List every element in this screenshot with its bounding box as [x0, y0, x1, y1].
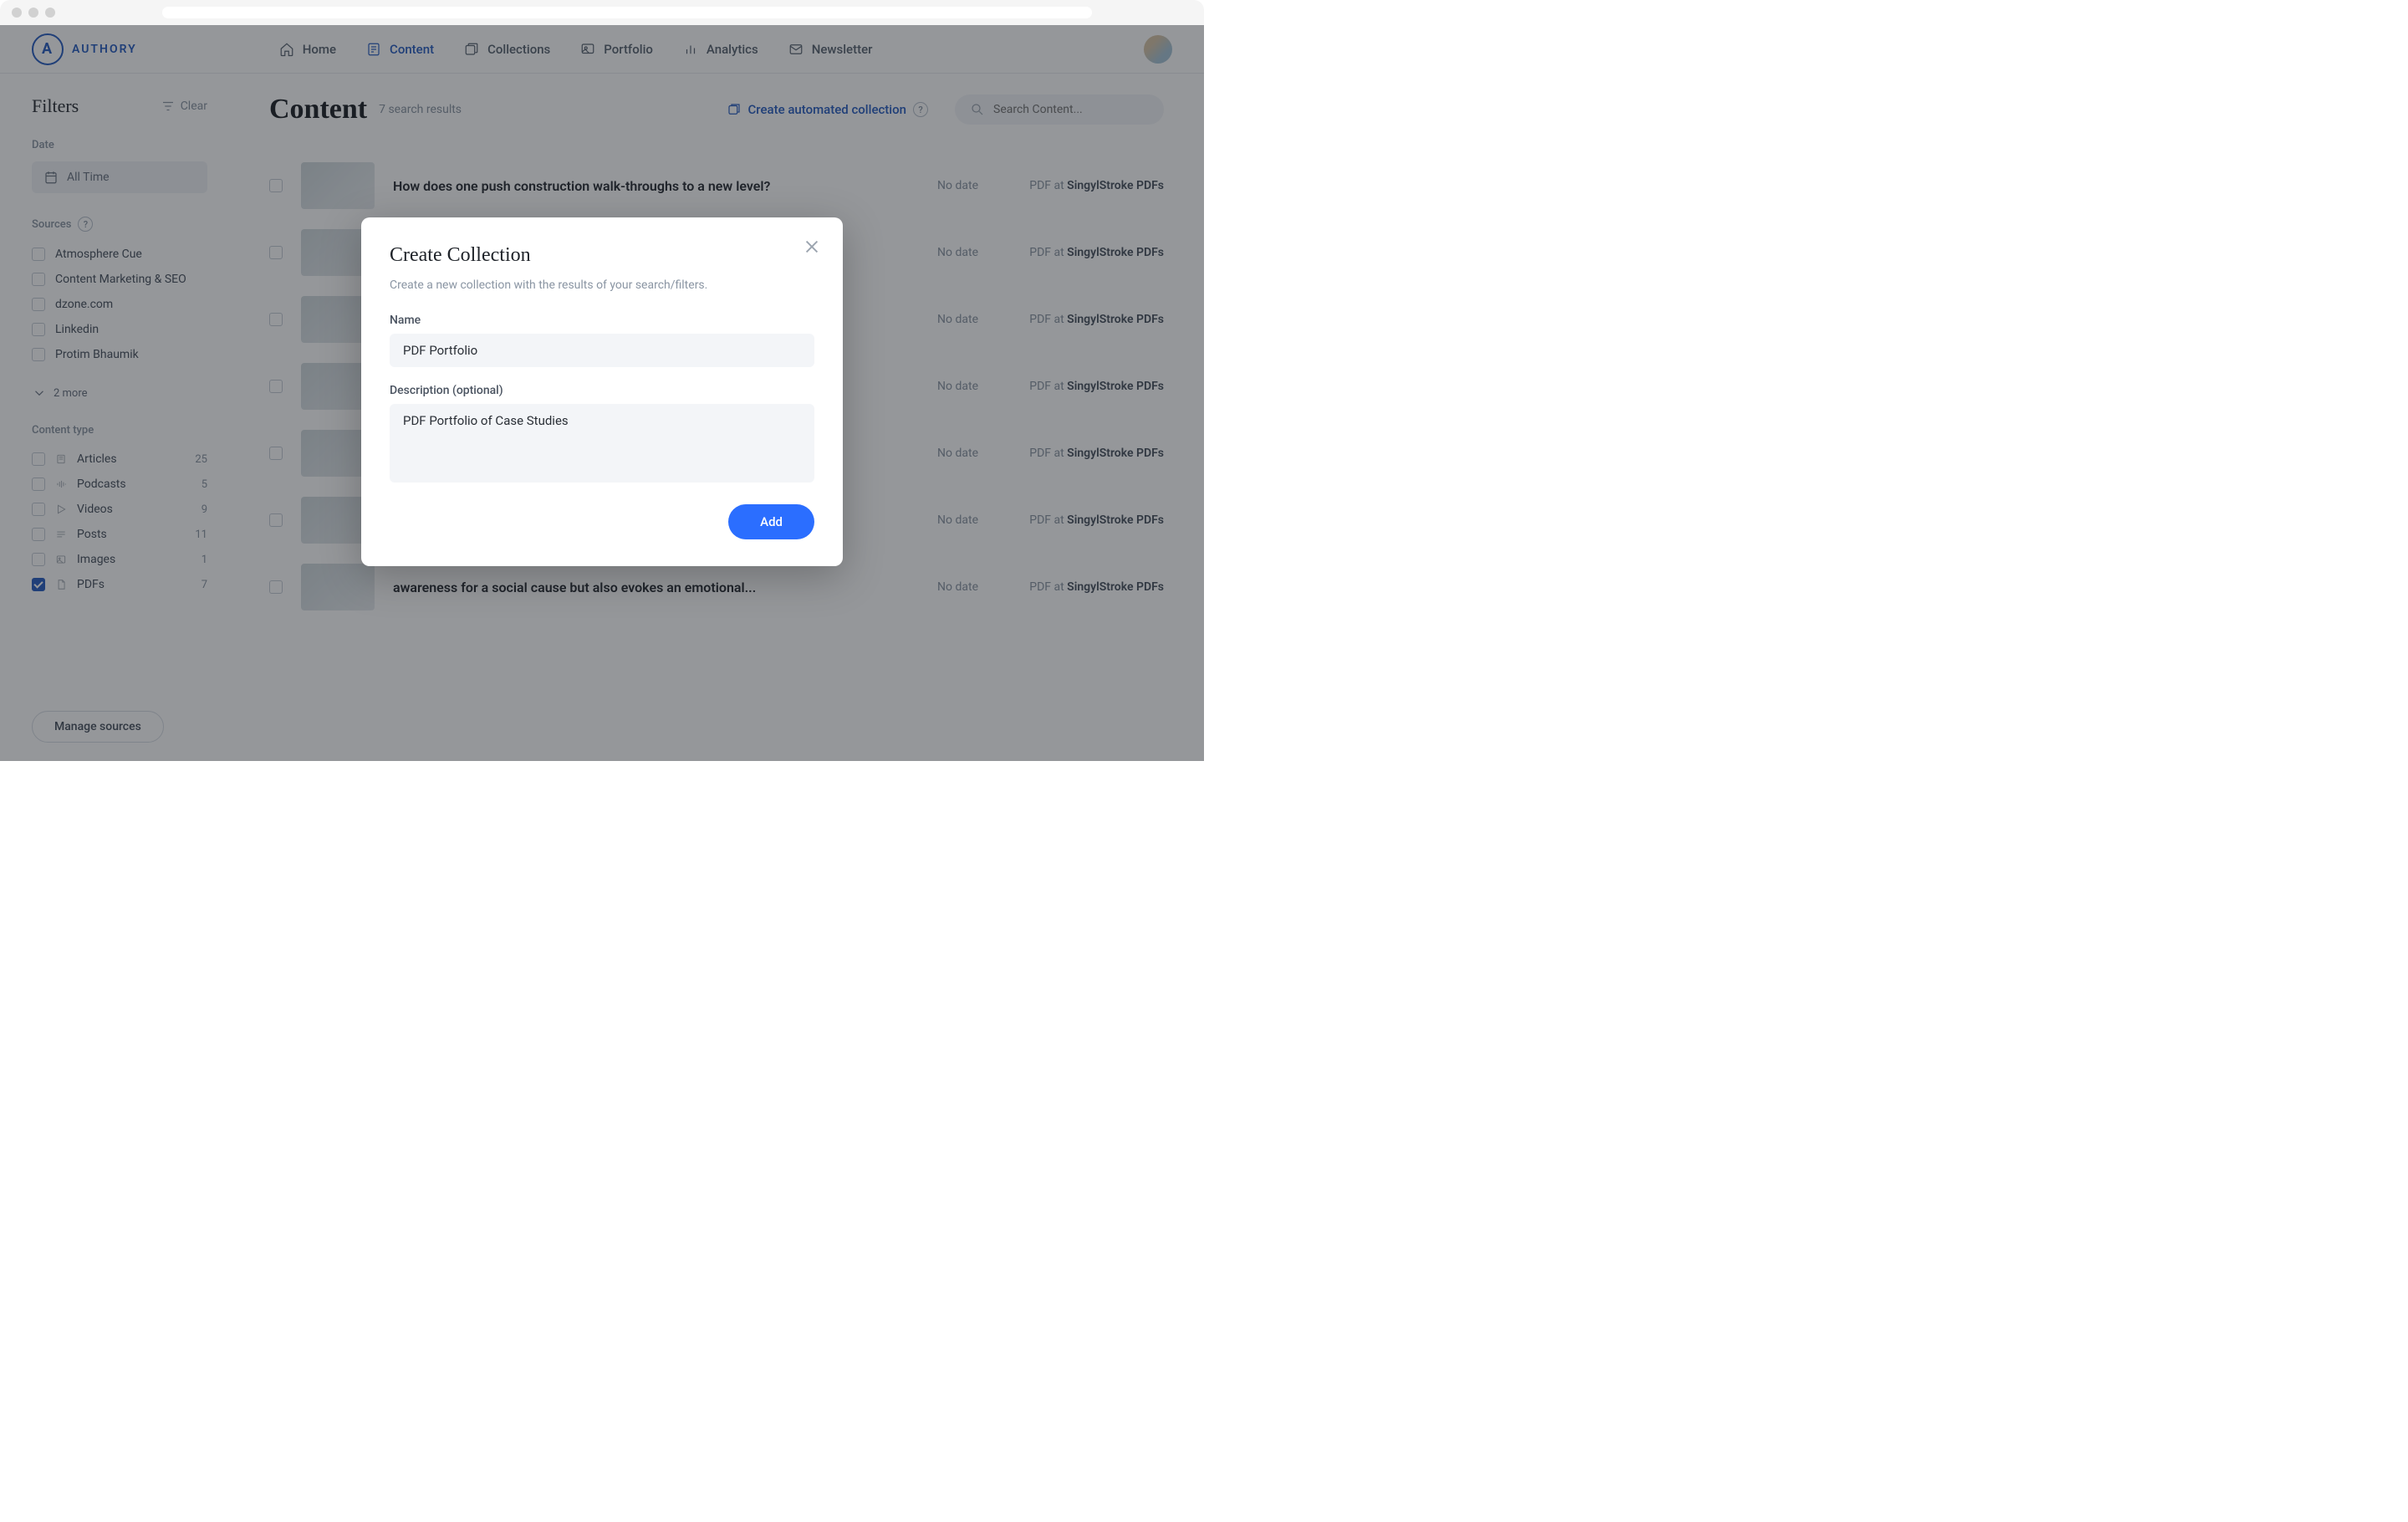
name-label: Name	[390, 314, 814, 327]
modal-overlay[interactable]: Create Collection Create a new collectio…	[0, 25, 1204, 761]
url-bar[interactable]	[162, 7, 1092, 18]
window-chrome	[0, 0, 1204, 25]
traffic-min[interactable]	[28, 8, 38, 18]
collection-desc-input[interactable]	[390, 404, 814, 483]
traffic-close[interactable]	[12, 8, 22, 18]
app: A AUTHORY Home Content Collections Portf…	[0, 25, 1204, 761]
add-button[interactable]: Add	[728, 504, 814, 539]
traffic-max[interactable]	[45, 8, 55, 18]
collection-name-input[interactable]	[390, 334, 814, 367]
create-collection-modal: Create Collection Create a new collectio…	[361, 217, 843, 566]
modal-title: Create Collection	[390, 244, 814, 267]
desc-label: Description (optional)	[390, 384, 814, 397]
close-button[interactable]	[803, 237, 821, 256]
modal-subtitle: Create a new collection with the results…	[390, 278, 814, 292]
